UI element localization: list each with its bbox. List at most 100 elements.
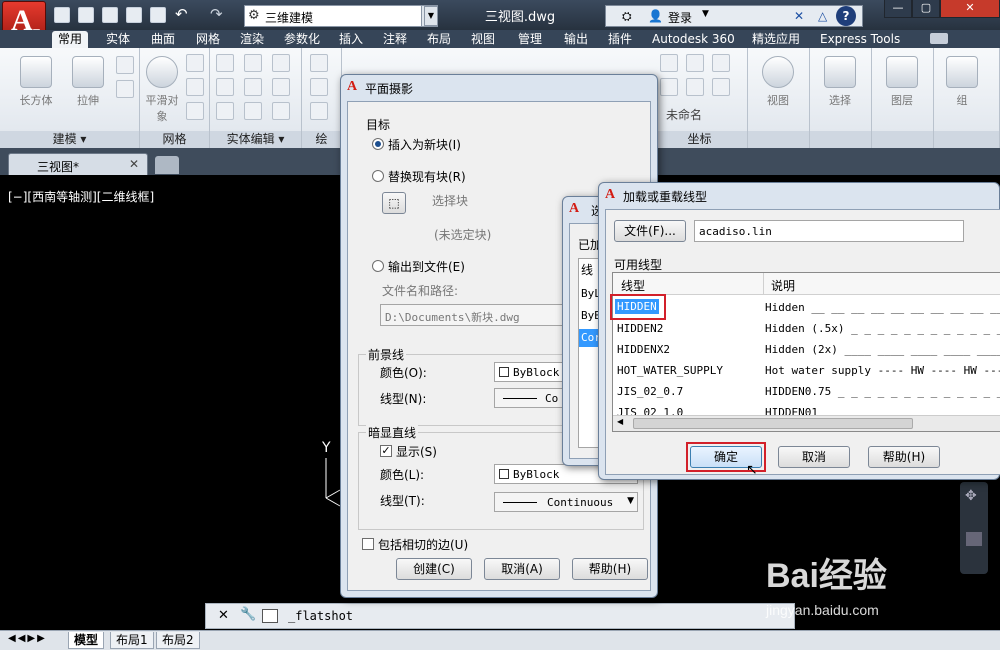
new-document-tab-button[interactable] [155, 156, 179, 174]
quick-access-customize-button[interactable]: ▼ [424, 6, 438, 26]
file-name-field[interactable]: acadiso.lin [694, 220, 964, 242]
help-icon[interactable]: ? [836, 6, 856, 26]
minimize-button[interactable]: — [884, 0, 912, 18]
ucs-icon[interactable] [712, 54, 730, 72]
view-button[interactable]: 视图 [756, 56, 800, 108]
viewport-controls-label[interactable]: [−][西南等轴测][二维线框] [8, 188, 154, 205]
file-path-field[interactable]: D:\Documents\新块.dwg [380, 304, 570, 326]
ucs-name[interactable]: 未命名 [666, 106, 702, 123]
extrude-button[interactable]: 拉伸 [66, 56, 110, 108]
tab-annotate[interactable]: 注释 [377, 31, 413, 48]
union-icon[interactable] [216, 54, 234, 72]
ribbon-minimize-icon[interactable] [930, 33, 948, 44]
group-title-draw[interactable]: 绘 [302, 131, 341, 148]
help-button[interactable]: 帮助(H) [868, 446, 940, 468]
available-linetypes-list[interactable]: 线型 说明 HIDDEN Hidden __ __ __ __ __ __ __… [612, 272, 1000, 432]
tab-layout2[interactable]: 布局2 [156, 632, 200, 649]
login-link[interactable]: 登录 [668, 9, 692, 26]
redo-icon[interactable]: ↷ [210, 5, 223, 23]
close-icon[interactable]: ✕ [218, 608, 229, 623]
tab-solid[interactable]: 实体 [100, 31, 136, 48]
cancel-button[interactable]: 取消 [778, 446, 850, 468]
column-header-linetype[interactable]: 线型 [621, 277, 645, 294]
intersect-icon[interactable] [216, 102, 234, 120]
scrollbar-thumb[interactable] [633, 418, 913, 429]
mesh-tool-icon[interactable] [186, 102, 204, 120]
radio-replace-block[interactable] [372, 170, 384, 182]
box-button[interactable]: 长方体 [14, 56, 58, 108]
tab-surface[interactable]: 曲面 [145, 31, 181, 48]
new-icon[interactable] [54, 7, 70, 23]
ucs-icon[interactable] [660, 78, 678, 96]
command-input[interactable]: _flatshot [288, 609, 353, 623]
navigation-bar[interactable]: ✥ [960, 482, 988, 574]
workspace-selector[interactable]: ⚙ 三维建模 ▼ [244, 5, 438, 27]
circle-icon[interactable] [310, 102, 328, 120]
mesh-tool-icon[interactable] [186, 54, 204, 72]
sweep-icon[interactable] [116, 80, 134, 98]
tab-output[interactable]: 输出 [558, 31, 594, 48]
close-button[interactable]: ✕ [940, 0, 1000, 18]
interfere-icon[interactable] [244, 78, 262, 96]
print-icon[interactable] [150, 7, 166, 23]
command-line[interactable]: ✕ 🔧 _flatshot [205, 603, 795, 629]
shell-icon[interactable] [272, 102, 290, 120]
chevron-left-icon[interactable]: ◀ [617, 417, 623, 426]
line-icon[interactable] [310, 54, 328, 72]
table-row[interactable]: HIDDEN2 Hidden (.5x) _ _ _ _ _ _ _ _ _ _… [613, 318, 1000, 339]
tab-nav-arrows-icon[interactable]: ◀◀▶▶ [8, 633, 47, 644]
save-as-icon[interactable] [126, 7, 142, 23]
tab-insert[interactable]: 插入 [333, 31, 369, 48]
layers-button[interactable]: 图层 [880, 56, 924, 108]
ucs-icon[interactable] [686, 54, 704, 72]
tab-render[interactable]: 渲染 [234, 31, 270, 48]
file-button[interactable]: 文件(F)... [614, 220, 686, 242]
polyline-icon[interactable] [310, 78, 328, 96]
showmotion-icon[interactable] [966, 532, 982, 546]
mesh-tool-icon[interactable] [186, 78, 204, 96]
radio-export-to-file[interactable] [372, 260, 384, 272]
extrude-faces-icon[interactable] [272, 78, 290, 96]
maximize-button[interactable]: ▢ [912, 0, 940, 18]
column-header-description[interactable]: 说明 [771, 277, 795, 294]
select-button[interactable]: 选择 [818, 56, 862, 108]
show-hidden-checkbox[interactable]: ✓ [380, 445, 392, 457]
table-row[interactable]: JIS_02_0.7 HIDDEN0.75 _ _ _ _ _ _ _ _ _ … [613, 381, 1000, 402]
open-icon[interactable] [78, 7, 94, 23]
tab-layout1[interactable]: 布局1 [110, 632, 154, 649]
fg-linetype-dropdown[interactable]: Co [494, 388, 566, 408]
hid-linetype-dropdown[interactable]: Continuous ▼ [494, 492, 638, 512]
table-row[interactable]: HIDDENX2 Hidden (2x) ____ ____ ____ ____… [613, 339, 1000, 360]
table-row[interactable]: HOT_WATER_SUPPLY Hot water supply ---- H… [613, 360, 1000, 381]
tab-mesh[interactable]: 网格 [190, 31, 226, 48]
pan-icon[interactable]: ✥ [965, 488, 977, 504]
tab-featured-apps[interactable]: 精选应用 [746, 31, 806, 48]
radio-insert-new-block[interactable] [372, 138, 384, 150]
select-block-button[interactable]: ⬚ [382, 192, 406, 214]
group-title-mesh[interactable]: 网格 [140, 131, 209, 148]
wrench-icon[interactable]: 🔧 [240, 607, 256, 622]
group-button[interactable]: 组 [940, 56, 984, 108]
ucs-icon[interactable] [686, 78, 704, 96]
extract-edges-icon[interactable] [272, 54, 290, 72]
fg-color-dropdown[interactable]: ByBlock [494, 362, 566, 382]
smooth-object-button[interactable]: 平滑对象 [142, 56, 182, 124]
cancel-button[interactable]: 取消(A) [484, 558, 560, 580]
undo-icon[interactable]: ↶ [175, 5, 188, 23]
exchange-icon[interactable]: ✕ [794, 9, 804, 23]
create-button[interactable]: 创建(C) [396, 558, 472, 580]
group-title-solid-edit[interactable]: 实体编辑 ▾ [210, 131, 301, 148]
document-tab[interactable]: 三视图* ✕ [8, 153, 148, 175]
save-icon[interactable] [102, 7, 118, 23]
help-button[interactable]: 帮助(H) [572, 558, 648, 580]
tab-parametric[interactable]: 参数化 [278, 31, 326, 48]
group-title-coordinates[interactable]: 坐标 [652, 131, 747, 148]
tab-layout[interactable]: 布局 [421, 31, 457, 48]
revolve-icon[interactable] [116, 56, 134, 74]
close-icon[interactable]: ✕ [129, 157, 139, 171]
tab-autodesk-360[interactable]: Autodesk 360 [646, 31, 741, 48]
horizontal-scrollbar[interactable]: ◀ [613, 415, 1000, 431]
binoculars-icon[interactable]: ⛭ [622, 9, 632, 24]
tab-express-tools[interactable]: Express Tools [814, 31, 906, 48]
subtract-icon[interactable] [216, 78, 234, 96]
